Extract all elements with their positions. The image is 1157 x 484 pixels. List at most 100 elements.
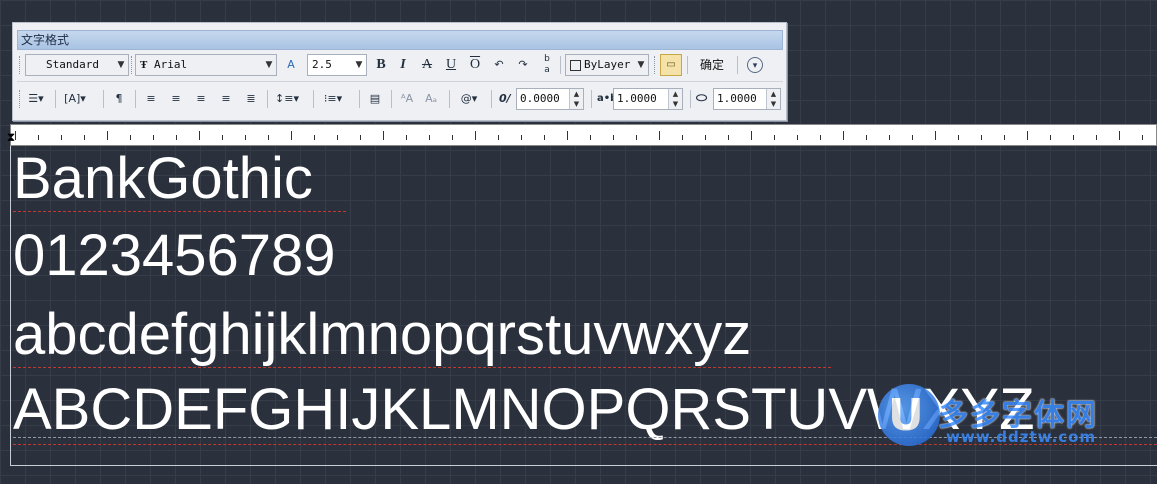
ruler-tick bbox=[1027, 131, 1028, 140]
ruler-tick bbox=[84, 135, 85, 140]
ruler-tick bbox=[475, 131, 476, 140]
separator bbox=[687, 56, 688, 74]
toolbar-title[interactable]: 文字格式 bbox=[17, 30, 783, 50]
ok-button[interactable]: 确定 bbox=[700, 54, 724, 76]
text-line-2[interactable]: 0123456789 bbox=[13, 227, 336, 285]
ruler-tick bbox=[429, 135, 430, 140]
text-formatting-toolbar: 文字格式 Standard ▼ Ŧ Arial ▼ A 2.5 ▼ B I A … bbox=[12, 22, 787, 121]
lowercase-icon[interactable]: Aₐ bbox=[421, 88, 441, 110]
chevron-down-icon: ▼ bbox=[117, 60, 125, 70]
oblique-angle-input[interactable]: 0.0000 ▲ ▼ bbox=[516, 88, 584, 110]
ruler-tick bbox=[820, 135, 821, 140]
underline-button[interactable]: U bbox=[441, 54, 461, 76]
bold-button[interactable]: B bbox=[371, 54, 391, 76]
ruler-tick bbox=[567, 131, 568, 140]
watermark-logo-icon: U bbox=[878, 384, 940, 446]
width-factor-value: 1.0000 bbox=[717, 92, 757, 105]
spin-arrows-icon[interactable]: ▲ ▼ bbox=[668, 89, 682, 109]
justification-icon[interactable]: [A]▾ bbox=[61, 88, 89, 110]
indent-marker-icon[interactable]: ⧗ bbox=[4, 128, 18, 146]
separator bbox=[560, 56, 561, 74]
ruler-tick bbox=[222, 135, 223, 140]
ruler-tick bbox=[1142, 135, 1143, 140]
separator bbox=[359, 90, 360, 108]
width-factor-input[interactable]: 1.0000 ▲ ▼ bbox=[713, 88, 781, 110]
overline-button[interactable]: O bbox=[465, 54, 485, 76]
annotative-icon[interactable]: A bbox=[281, 54, 301, 76]
text-line-3[interactable]: abcdefghijklmnopqrstuvwxyz bbox=[13, 306, 751, 364]
ruler-tick bbox=[1050, 135, 1051, 140]
separator bbox=[391, 90, 392, 108]
toolbar-grip bbox=[131, 56, 134, 74]
line-spacing-icon[interactable]: ↕≡▾ bbox=[273, 88, 301, 110]
strikethrough-button[interactable]: A bbox=[417, 54, 437, 76]
ruler-tick bbox=[797, 135, 798, 140]
ruler-tick bbox=[866, 135, 867, 140]
ruler-tick bbox=[245, 135, 246, 140]
paragraph-icon[interactable]: ¶ bbox=[109, 88, 129, 110]
stack-icon[interactable]: ba bbox=[537, 54, 557, 76]
truetype-icon: Ŧ bbox=[140, 59, 148, 71]
text-style-value: Standard bbox=[46, 58, 99, 71]
tracking-value: 1.0000 bbox=[617, 92, 657, 105]
toolbar-row-2: ☰▾ [A]▾ ¶ ≡ ≡ ≡ ≡ ≣ ↕≡▾ ⁝≡▾ ▤ ᴬA Aₐ @▾ 0… bbox=[17, 87, 783, 111]
spellcheck-underline bbox=[13, 367, 831, 368]
ruler-tick bbox=[360, 135, 361, 140]
ruler-tick bbox=[1119, 131, 1120, 140]
ruler-tick bbox=[613, 135, 614, 140]
text-ruler[interactable] bbox=[10, 124, 1157, 146]
ruler-tick bbox=[774, 135, 775, 140]
watermark: U 多多字体网 www.ddztw.com bbox=[878, 384, 1153, 454]
color-value: ByLayer bbox=[584, 58, 631, 71]
separator bbox=[55, 90, 56, 108]
uppercase-icon[interactable]: ᴬA bbox=[397, 88, 417, 110]
ruler-tick bbox=[521, 135, 522, 140]
color-select[interactable]: ByLayer ▼ bbox=[565, 54, 649, 76]
ruler-tick bbox=[498, 135, 499, 140]
separator bbox=[103, 90, 104, 108]
ruler-tick bbox=[1073, 135, 1074, 140]
chevron-down-icon: ▼ bbox=[265, 60, 273, 70]
justify-icon[interactable]: ≡ bbox=[216, 88, 236, 110]
spin-arrows-icon[interactable]: ▲ ▼ bbox=[569, 89, 583, 109]
ruler-tick bbox=[912, 135, 913, 140]
ruler-tick bbox=[176, 135, 177, 140]
separator bbox=[591, 90, 592, 108]
ruler-toggle-icon[interactable]: ▭ bbox=[660, 54, 682, 76]
tracking-input[interactable]: 1.0000 ▲ ▼ bbox=[613, 88, 683, 110]
toolbar-grip bbox=[19, 90, 22, 108]
ruler-tick bbox=[1096, 135, 1097, 140]
chevron-down-icon: ▼ bbox=[355, 60, 363, 70]
redo-icon[interactable]: ↷ bbox=[513, 54, 533, 76]
ruler-tick bbox=[843, 131, 844, 140]
separator bbox=[690, 90, 691, 108]
toolbar-grip[interactable] bbox=[19, 56, 22, 74]
font-select[interactable]: Ŧ Arial ▼ bbox=[135, 54, 277, 76]
insert-field-icon[interactable]: ▤ bbox=[365, 88, 385, 110]
ruler-tick bbox=[636, 135, 637, 140]
align-center-icon[interactable]: ≡ bbox=[166, 88, 186, 110]
undo-icon[interactable]: ↶ bbox=[489, 54, 509, 76]
italic-button[interactable]: I bbox=[393, 54, 413, 76]
numbering-icon[interactable]: ⁝≡▾ bbox=[319, 88, 347, 110]
separator bbox=[449, 90, 450, 108]
ruler-tick bbox=[659, 131, 660, 140]
align-right-icon[interactable]: ≡ bbox=[191, 88, 211, 110]
separator bbox=[135, 90, 136, 108]
text-height-select[interactable]: 2.5 ▼ bbox=[307, 54, 367, 76]
ruler-tick bbox=[291, 131, 292, 140]
ruler-tick bbox=[199, 131, 200, 140]
text-line-1[interactable]: BankGothic bbox=[13, 150, 313, 208]
ruler-tick bbox=[728, 135, 729, 140]
spin-arrows-icon[interactable]: ▲ ▼ bbox=[766, 89, 780, 109]
columns-icon[interactable]: ☰▾ bbox=[23, 88, 49, 110]
distribute-icon[interactable]: ≣ bbox=[241, 88, 261, 110]
ruler-tick bbox=[1004, 135, 1005, 140]
options-chevron-icon[interactable]: ▾ bbox=[747, 57, 763, 73]
ruler-tick bbox=[682, 135, 683, 140]
text-style-select[interactable]: Standard ▼ bbox=[25, 54, 129, 76]
symbol-icon[interactable]: @▾ bbox=[455, 88, 483, 110]
ruler-tick bbox=[452, 135, 453, 140]
oblique-angle-label: 0/ bbox=[499, 92, 511, 105]
align-left-icon[interactable]: ≡ bbox=[141, 88, 161, 110]
